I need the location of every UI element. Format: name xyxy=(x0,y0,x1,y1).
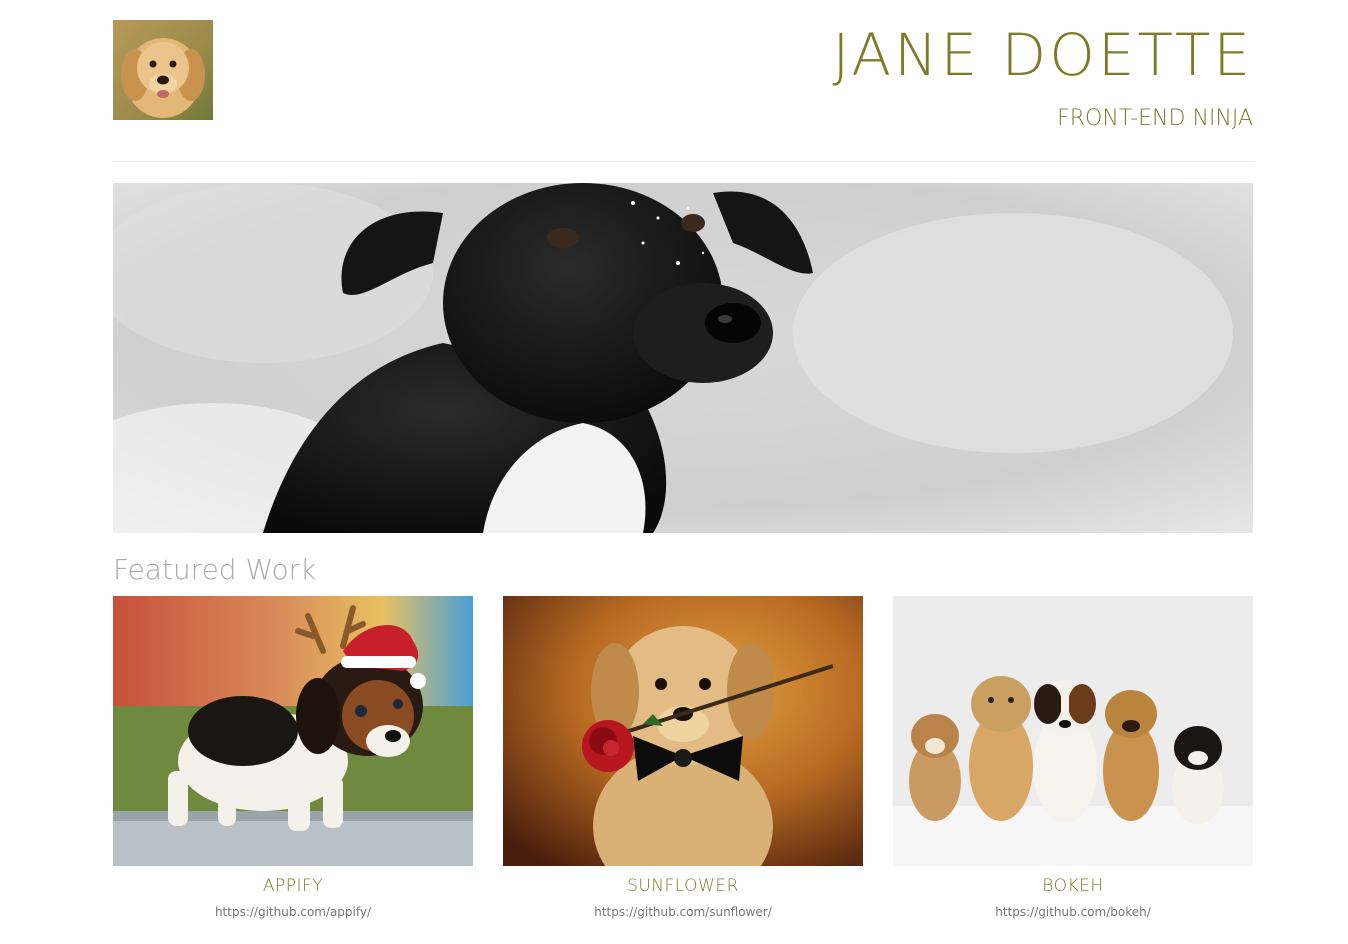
site-subtitle: FRONT-END NINJA xyxy=(1057,106,1253,131)
featured-work-heading: Featured Work xyxy=(113,553,317,586)
beagle-puppy-photo-icon xyxy=(113,596,473,866)
golden-puppy-rose-photo-icon xyxy=(503,596,863,866)
five-puppies-photo-icon xyxy=(893,596,1253,866)
work-item-appify: APPIFY https://github.com/appify/ xyxy=(113,596,473,936)
work-title-appify: APPIFY xyxy=(262,876,324,896)
work-thumb-sunflower[interactable] xyxy=(503,596,863,866)
puppy-avatar-icon xyxy=(113,20,213,120)
avatar xyxy=(113,20,213,120)
work-link-sunflower[interactable]: https://github.com/sunflower/ xyxy=(503,904,863,920)
work-title-bokeh: BOKEH xyxy=(1042,876,1104,896)
work-thumb-appify[interactable] xyxy=(113,596,473,866)
work-item-bokeh: BOKEH https://github.com/bokeh/ xyxy=(893,596,1253,936)
black-puppy-hero-icon xyxy=(113,183,1253,533)
header-divider xyxy=(113,161,1253,162)
work-thumb-bokeh[interactable] xyxy=(893,596,1253,866)
work-link-appify[interactable]: https://github.com/appify/ xyxy=(113,904,473,920)
site-title: JANE DOETTE xyxy=(832,21,1253,89)
work-item-sunflower: SUNFLOWER https://github.com/sunflower/ xyxy=(503,596,863,936)
work-link-bokeh[interactable]: https://github.com/bokeh/ xyxy=(893,904,1253,920)
work-title-sunflower: SUNFLOWER xyxy=(627,876,739,896)
hero-image xyxy=(113,183,1253,533)
